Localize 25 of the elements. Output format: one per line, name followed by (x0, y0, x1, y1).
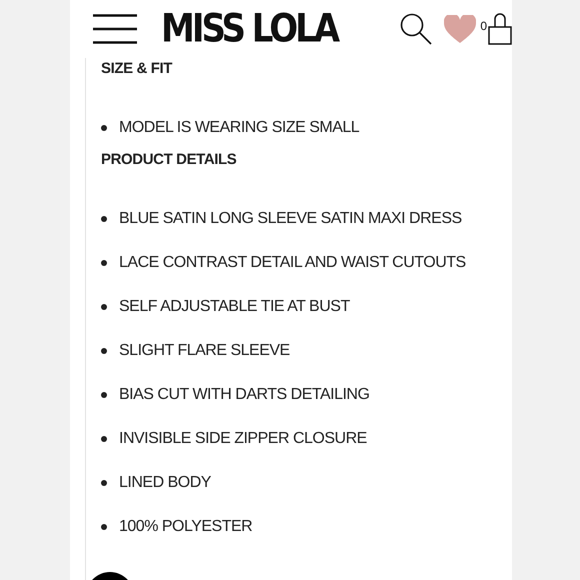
detail-text: INVISIBLE SIDE ZIPPER CLOSURE (119, 430, 367, 448)
detail-text: LACE CONTRAST DETAIL AND WAIST CUTOUTS (119, 254, 466, 272)
section-heading: SIZE & FIT (101, 60, 174, 79)
bullet-icon (101, 260, 107, 266)
detail-text: SLIGHT FLARE SLEEVE (119, 342, 290, 360)
bag-icon[interactable] (488, 11, 512, 45)
search-icon[interactable] (400, 13, 432, 45)
section-heading: PRODUCT DETAILS (101, 151, 238, 170)
detail-text: BLUE SATIN LONG SLEEVE SATIN MAXI DRESS (119, 210, 462, 228)
cart-count: 0 (480, 19, 487, 33)
bullet-icon (101, 480, 107, 486)
bullet-icon (101, 124, 107, 130)
bullet-icon (101, 392, 107, 398)
bullet-icon (101, 436, 107, 442)
menu-icon[interactable] (93, 14, 137, 44)
logo[interactable]: MISS LOLA (161, 6, 338, 52)
bullet-icon (101, 304, 107, 310)
detail-text: BIAS CUT WITH DARTS DETAILING (119, 386, 370, 404)
detail-text: 100% POLYESTER (119, 518, 252, 536)
bullet-icon (101, 348, 107, 354)
bullet-icon (101, 216, 107, 222)
detail-text: MODEL IS WEARING SIZE SMALL (119, 118, 360, 136)
detail-text: SELF ADJUSTABLE TIE AT BUST (119, 298, 350, 316)
detail-text: LINED BODY (119, 474, 211, 492)
bullet-icon (101, 524, 107, 530)
